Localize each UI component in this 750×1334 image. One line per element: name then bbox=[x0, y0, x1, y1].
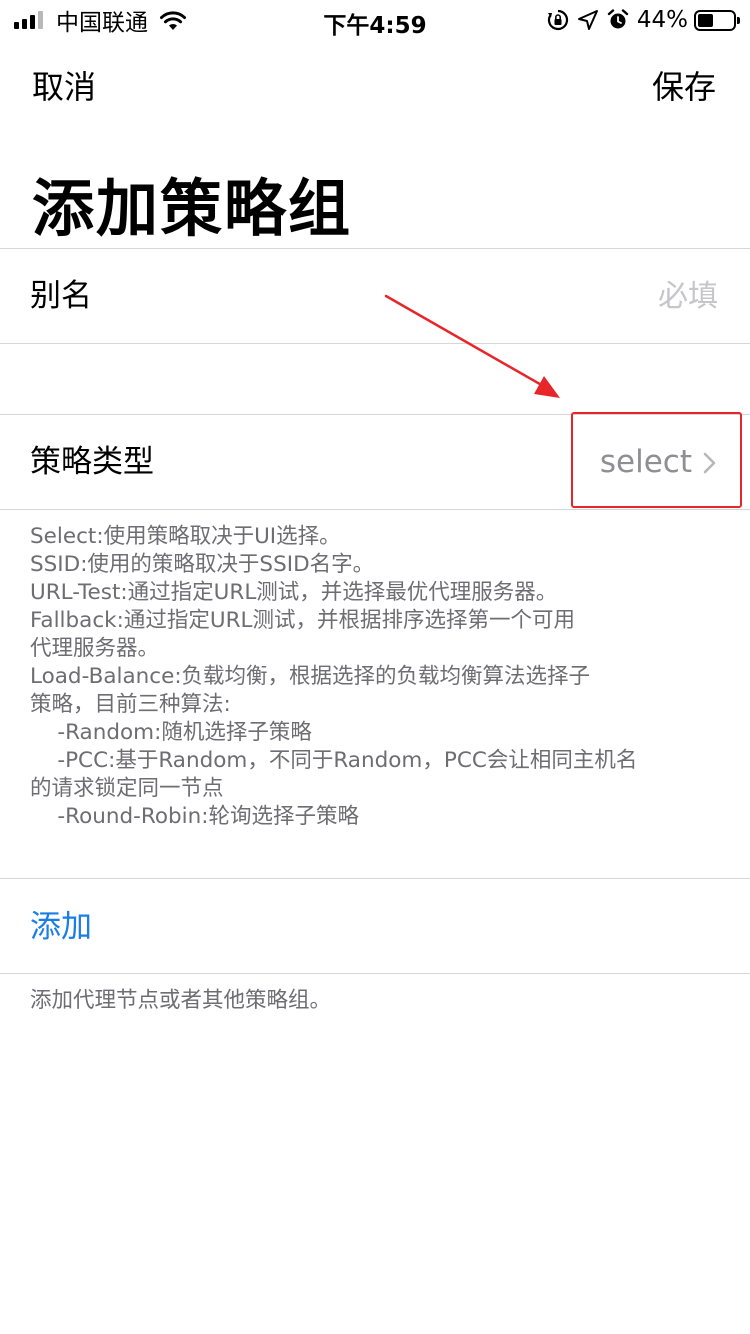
add-button[interactable]: 添加 bbox=[30, 880, 92, 974]
annotation-arrow-icon bbox=[384, 294, 560, 398]
divider bbox=[0, 878, 750, 879]
divider bbox=[0, 343, 750, 344]
help-line: Select:使用策略取决于UI选择。 bbox=[30, 524, 341, 549]
location-arrow-icon bbox=[577, 10, 598, 30]
help-line: URL-Test:通过指定URL测试，并选择最优代理服务器。 bbox=[30, 580, 558, 605]
page-title: 添加策略组 bbox=[32, 172, 353, 245]
divider bbox=[0, 509, 750, 510]
orientation-lock-icon bbox=[547, 9, 568, 31]
help-line: SSID:使用的策略取决于SSID名字。 bbox=[30, 552, 375, 577]
help-line: Load-Balance:负载均衡，根据选择的负载均衡算法选择子 bbox=[30, 664, 591, 689]
alias-label: 别名 bbox=[30, 278, 92, 314]
battery-icon bbox=[694, 9, 740, 31]
annotation-highlight-box bbox=[571, 412, 742, 508]
battery-percentage: 44% bbox=[636, 7, 688, 33]
status-right: 44% bbox=[539, 6, 740, 34]
add-help-text: 添加代理节点或者其他策略组。 bbox=[30, 988, 332, 1013]
policy-type-label: 策略类型 bbox=[30, 444, 154, 480]
status-bar: 中国联通 下午4:59 44% bbox=[0, 0, 750, 40]
help-line: 的请求锁定同一节点 bbox=[30, 776, 224, 801]
help-line: -Random:随机选择子策略 bbox=[30, 720, 312, 745]
save-button[interactable]: 保存 bbox=[652, 62, 716, 108]
cancel-button[interactable]: 取消 bbox=[32, 62, 96, 108]
divider bbox=[0, 973, 750, 974]
alarm-clock-icon bbox=[607, 9, 629, 29]
help-line: Fallback:通过指定URL测试，并根据排序选择第一个可用 bbox=[30, 608, 576, 633]
help-line: -PCC:基于Random，不同于Random，PCC会让相同主机名 bbox=[30, 748, 638, 773]
help-line: 策略，目前三种算法: bbox=[30, 692, 231, 717]
alias-row: 别名 bbox=[0, 249, 750, 343]
help-line: 代理服务器。 bbox=[30, 636, 160, 661]
battery-level-fill bbox=[698, 13, 713, 27]
help-line: -Round-Robin:轮询选择子策略 bbox=[30, 804, 359, 829]
